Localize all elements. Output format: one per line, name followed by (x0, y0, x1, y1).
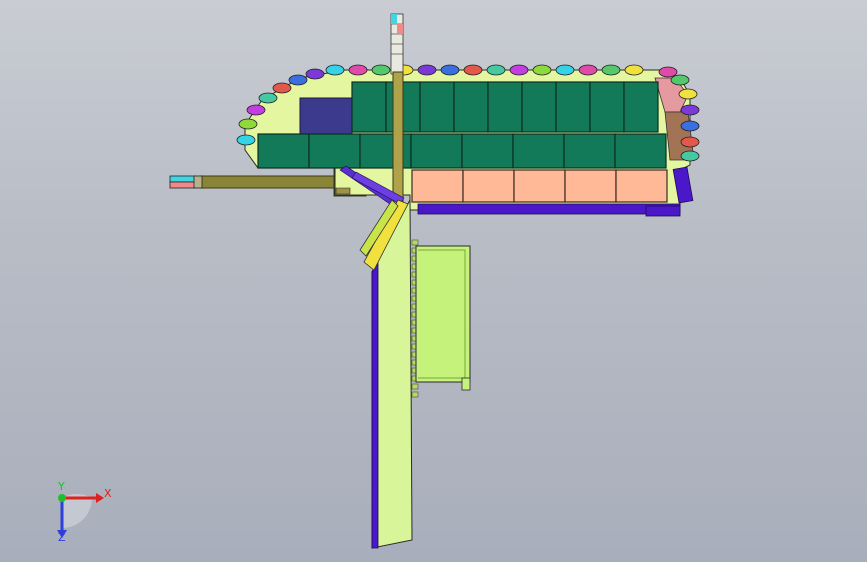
y-axis-label: Y (57, 480, 65, 493)
x-axis-label: X (104, 487, 112, 500)
z-axis-label: Z (58, 531, 66, 544)
graphics-viewport[interactable]: X Y Z (0, 0, 867, 562)
view-triad: X Y Z (57, 480, 112, 544)
x-axis-arrow-icon (96, 493, 104, 503)
y-axis-dot (58, 494, 66, 502)
